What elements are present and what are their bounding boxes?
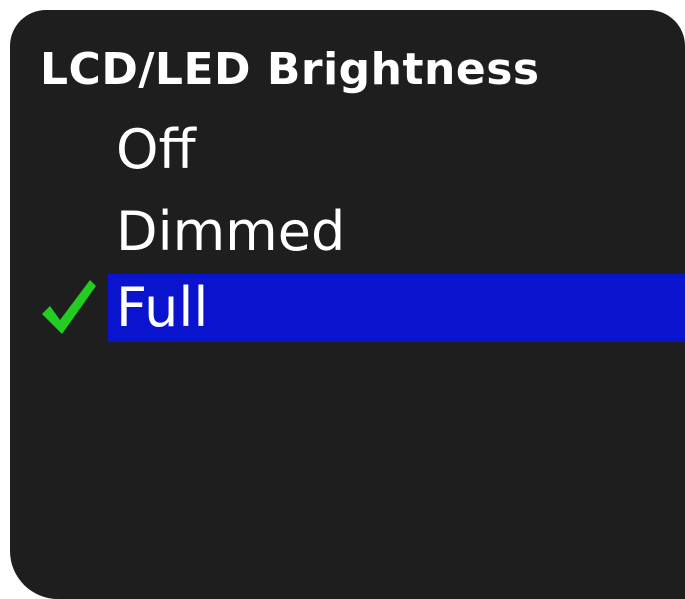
option-off[interactable]: Off — [108, 116, 685, 184]
option-full[interactable]: Full — [108, 274, 685, 342]
checkmark-icon — [42, 280, 96, 334]
brightness-menu-screen: LCD/LED Brightness Off Dimmed Full — [10, 10, 685, 599]
option-dimmed[interactable]: Dimmed — [108, 198, 685, 266]
menu-title: LCD/LED Brightness — [40, 44, 540, 95]
